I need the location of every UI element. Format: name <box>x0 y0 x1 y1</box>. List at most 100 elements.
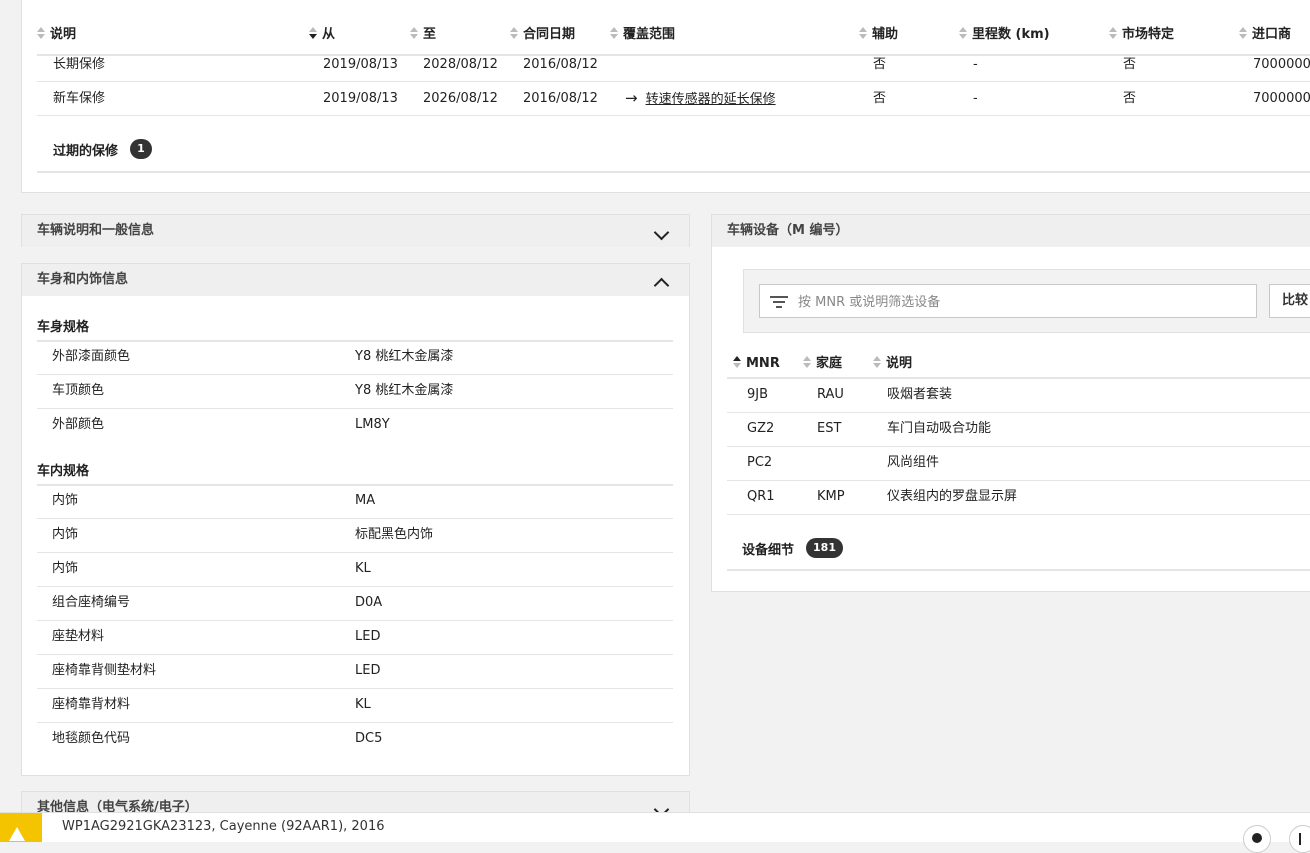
warranty-to: 2026/08/12 <box>423 91 498 106</box>
warranty-contract: 2016/08/12 <box>523 57 598 72</box>
equip-desc: 仪表组内的罗盘显示屏 <box>887 489 1018 504</box>
sort-icon <box>859 27 867 39</box>
spec-value: LM8Y <box>355 417 390 432</box>
table-row: 新车保修 2019/08/13 2026/08/12 2016/08/12 → 转… <box>37 82 1310 116</box>
spec-row: 内饰 MA <box>37 484 673 519</box>
stopwatch-icon[interactable] <box>1243 825 1271 853</box>
spec-value: LED <box>355 663 381 678</box>
spec-value: KL <box>355 561 371 576</box>
equip-desc: 车门自动吸合功能 <box>887 421 992 436</box>
spec-label: 座椅靠背材料 <box>52 697 131 712</box>
filter-icon <box>770 296 788 308</box>
spec-value: D0A <box>355 595 383 610</box>
spec-label: 座椅靠背侧垫材料 <box>52 663 157 678</box>
spec-value: LED <box>355 629 381 644</box>
vehicle-footer-bar: WP1AG2921GKA23123, Cayenne (92AAR1), 201… <box>0 812 1310 853</box>
col-to-header[interactable]: 至 <box>410 21 436 49</box>
arrow-right-icon: → <box>625 89 638 107</box>
chevron-up-icon[interactable] <box>653 277 670 294</box>
chevron-down-icon[interactable] <box>653 224 670 241</box>
spec-row: 外部颜色 LM8Y <box>37 408 673 442</box>
spec-value: Y8 桃红木金属漆 <box>355 349 454 364</box>
equip-mnr: 9JB <box>747 387 769 402</box>
help-icon[interactable] <box>1289 825 1310 853</box>
spec-label: 外部漆面颜色 <box>52 349 131 364</box>
vehicle-info-panel-header[interactable]: 车辆说明和一般信息 <box>22 215 689 247</box>
warranty-to: 2028/08/12 <box>423 57 498 72</box>
col-from-header[interactable]: 从 <box>309 21 335 49</box>
spec-row: 座垫材料 LED <box>37 620 673 655</box>
equip-family: EST <box>817 421 842 436</box>
spec-value: 标配黑色内饰 <box>355 527 434 542</box>
table-row: 9JB RAU 吸烟者套装 <box>727 378 1310 413</box>
col-coverage-header[interactable]: 覆盖范围 <box>610 21 675 49</box>
spec-value: Y8 桃红木金属漆 <box>355 383 454 398</box>
vehicle-info-panel-title: 车辆说明和一般信息 <box>37 223 155 238</box>
compare-button[interactable]: 比较 <box>1269 284 1310 318</box>
interior-spec-title: 车内规格 <box>37 460 673 486</box>
spec-label: 组合座椅编号 <box>52 595 131 610</box>
equipment-table-header: MNR 家庭 说明 <box>727 350 1310 379</box>
body-interior-panel-header[interactable]: 车身和内饰信息 <box>22 264 689 296</box>
col-equip-desc-header[interactable]: 说明 <box>873 350 912 377</box>
col-importer-header[interactable]: 进口商 <box>1239 21 1291 49</box>
col-contract-header[interactable]: 合同日期 <box>510 21 575 49</box>
col-aux-header[interactable]: 辅助 <box>859 21 898 49</box>
spec-row: 内饰 标配黑色内饰 <box>37 518 673 553</box>
equipment-detail-label: 设备细节 <box>742 543 795 558</box>
coverage-link-text[interactable]: 转速传感器的延长保修 <box>646 92 776 107</box>
spec-row: 内饰 KL <box>37 552 673 587</box>
table-row: PC2 风尚组件 <box>727 446 1310 481</box>
sort-icon <box>610 27 618 39</box>
spec-value: MA <box>355 493 376 508</box>
warranty-from: 2019/08/13 <box>323 91 398 106</box>
equipment-detail-section[interactable]: 设备细节 181 <box>727 517 1310 571</box>
warranty-importer: 7000000 <box>1253 57 1310 72</box>
equipment-panel-header[interactable]: 车辆设备（M 编号） <box>712 215 1310 247</box>
equip-family: RAU <box>817 387 844 402</box>
col-mileage-header[interactable]: 里程数 (km) <box>959 21 1050 49</box>
body-interior-panel-title: 车身和内饰信息 <box>37 272 129 287</box>
warranty-contract: 2016/08/12 <box>523 91 598 106</box>
equipment-panel: 车辆设备（M 编号） 比较 MNR 家庭 说明 9JB RAU 吸烟者套装 GZ… <box>711 214 1310 592</box>
equipment-filter-input[interactable] <box>796 285 1240 319</box>
spec-label: 内饰 <box>52 527 79 542</box>
equip-mnr: PC2 <box>747 455 773 470</box>
expired-warranty-label: 过期的保修 <box>53 144 119 159</box>
warranty-desc: 新车保修 <box>53 91 106 106</box>
warranty-aux: 否 <box>873 57 887 72</box>
spec-row: 组合座椅编号 D0A <box>37 586 673 621</box>
spec-row: 车顶颜色 Y8 桃红木金属漆 <box>37 374 673 409</box>
spec-label: 地毯颜色代码 <box>52 731 131 746</box>
spec-label: 内饰 <box>52 561 79 576</box>
warranty-importer: 7000000 <box>1253 91 1310 106</box>
col-family-header[interactable]: 家庭 <box>803 350 842 377</box>
sort-icon <box>959 27 967 39</box>
coverage-link[interactable]: → 转速传感器的延长保修 <box>625 82 776 115</box>
spec-label: 车顶颜色 <box>52 383 105 398</box>
col-market-header[interactable]: 市场特定 <box>1109 21 1174 49</box>
equipment-panel-title: 车辆设备（M 编号） <box>727 223 849 238</box>
table-row: 长期保修 2019/08/13 2028/08/12 2016/08/12 否 … <box>37 48 1310 82</box>
table-row: QR1 KMP 仪表组内的罗盘显示屏 <box>727 480 1310 515</box>
warranty-aux: 否 <box>873 91 887 106</box>
col-desc-header[interactable]: 说明 <box>37 21 76 49</box>
spec-row: 座椅靠背侧垫材料 LED <box>37 654 673 689</box>
equip-family: KMP <box>817 489 845 504</box>
expired-warranty-section[interactable]: 过期的保修 1 <box>37 116 1310 173</box>
spec-label: 外部颜色 <box>52 417 105 432</box>
sort-icon <box>510 27 518 39</box>
warranty-card: 说明 从 至 合同日期 覆盖范围 辅助 里程数 (km) 市场特定 进口商 长期… <box>21 0 1310 193</box>
warranty-mileage: - <box>973 91 978 106</box>
sort-asc-icon <box>733 356 741 368</box>
filter-input-wrapper <box>759 284 1257 319</box>
sort-icon <box>410 27 418 39</box>
vehicle-info-panel: 车辆说明和一般信息 <box>21 214 690 247</box>
col-mnr-header[interactable]: MNR <box>733 350 780 377</box>
warning-icon[interactable] <box>0 813 42 842</box>
equipment-filter-bar: 比较 <box>743 269 1310 333</box>
expired-count-badge: 1 <box>130 139 152 159</box>
warranty-market: 否 <box>1123 57 1137 72</box>
spec-row: 座椅靠背材料 KL <box>37 688 673 723</box>
exterior-spec-title: 车身规格 <box>37 316 673 342</box>
